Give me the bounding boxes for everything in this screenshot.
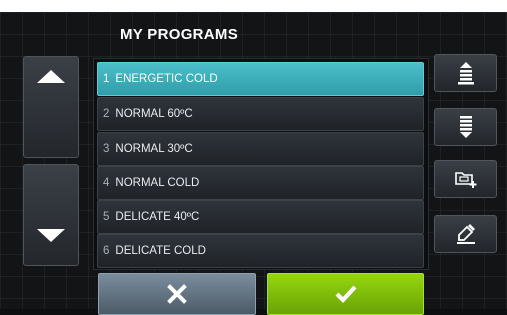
checkmark-icon <box>335 285 357 304</box>
program-screen: MY PROGRAMS 1 ENERGETIC COLD 2 NORMAL 60… <box>0 12 507 315</box>
triangle-up-icon <box>37 69 65 83</box>
program-number: 2 <box>103 108 110 120</box>
program-row-5[interactable]: 5 DELICATE 40ºC <box>97 200 424 234</box>
program-name: NORMAL 60ºC <box>115 108 193 120</box>
program-row-3[interactable]: 3 NORMAL 30ºC <box>97 132 424 166</box>
stack-arrow-down-icon <box>459 116 472 138</box>
x-icon <box>167 284 187 304</box>
program-row-2[interactable]: 2 NORMAL 60ºC <box>97 97 424 131</box>
program-list: 1 ENERGETIC COLD 2 NORMAL 60ºC 3 NORMAL … <box>93 58 429 270</box>
scroll-down-button[interactable] <box>23 164 79 266</box>
folder-add-icon <box>454 172 476 188</box>
program-row-4[interactable]: 4 NORMAL COLD <box>97 166 424 200</box>
program-number: 3 <box>103 143 110 155</box>
stack-arrow-up-icon <box>457 62 474 85</box>
scroll-up-button[interactable] <box>23 56 79 158</box>
program-row-1[interactable]: 1 ENERGETIC COLD <box>97 62 424 96</box>
top-strip <box>0 0 507 12</box>
program-number: 4 <box>103 177 110 189</box>
triangle-down-icon <box>37 228 65 242</box>
move-up-button[interactable] <box>434 54 497 92</box>
program-name: NORMAL 30ºC <box>115 143 193 155</box>
pencil-icon <box>456 224 475 244</box>
program-name: DELICATE COLD <box>115 245 206 257</box>
program-name: DELICATE 40ºC <box>115 211 200 223</box>
program-name: NORMAL COLD <box>115 177 200 189</box>
program-row-6[interactable]: 6 DELICATE COLD <box>97 234 424 268</box>
program-number: 6 <box>103 245 110 257</box>
program-number: 5 <box>103 211 110 223</box>
page-title: MY PROGRAMS <box>120 26 239 43</box>
edit-program-button[interactable] <box>434 215 497 253</box>
add-program-button[interactable] <box>434 160 497 198</box>
move-down-button[interactable] <box>434 108 497 146</box>
program-number: 1 <box>103 73 110 85</box>
program-name: ENERGETIC COLD <box>115 73 218 85</box>
